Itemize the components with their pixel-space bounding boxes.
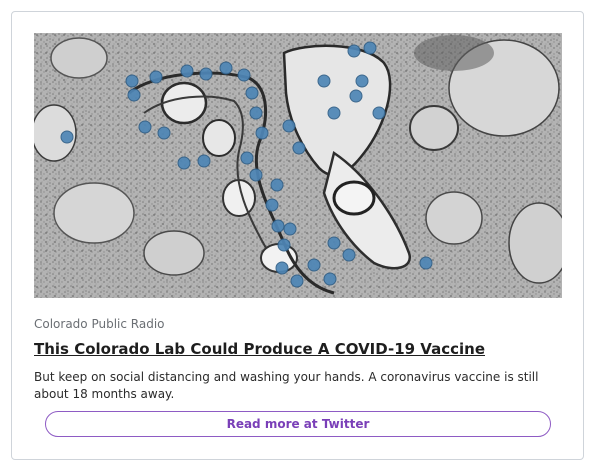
article-summary: But keep on social distancing and washin…: [34, 370, 539, 401]
tweet-card: Colorado Public Radio This Colorado Lab …: [11, 11, 584, 460]
article-headline-link[interactable]: This Colorado Lab Could Produce A COVID-…: [34, 340, 485, 358]
article-image[interactable]: [34, 33, 562, 298]
micrograph-illustration: [34, 33, 562, 298]
news-source: Colorado Public Radio: [34, 317, 165, 331]
read-more-button[interactable]: Read more at Twitter: [45, 411, 551, 437]
